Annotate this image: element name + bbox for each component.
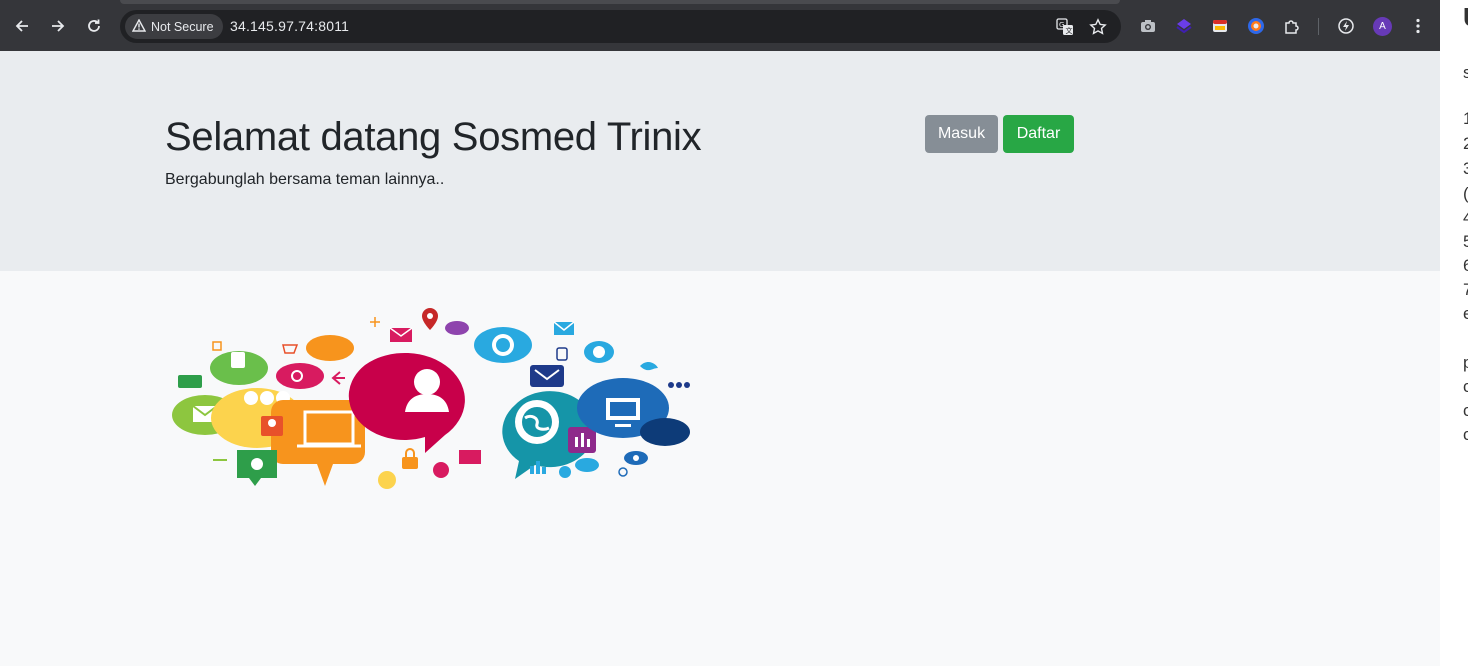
side-fragment: 2: [1463, 134, 1468, 153]
side-fragment: c: [1463, 401, 1468, 420]
register-button[interactable]: Daftar: [1003, 115, 1074, 153]
menu-kebab-icon[interactable]: [1407, 15, 1429, 37]
side-fragment: 1: [1463, 109, 1468, 128]
side-fragment: s: [1463, 63, 1468, 82]
side-fragment: 5: [1463, 232, 1468, 251]
firefox-relay-extension-icon[interactable]: [1245, 15, 1267, 37]
side-fragment: e: [1463, 304, 1468, 323]
side-fragment: 6: [1463, 256, 1468, 275]
reload-icon[interactable]: [81, 13, 107, 39]
window-extension-icon[interactable]: [1209, 15, 1231, 37]
side-fragment: 4: [1463, 208, 1468, 227]
side-fragment: U: [1463, 2, 1468, 33]
profile-avatar[interactable]: A: [1373, 17, 1392, 36]
browser-window: Not Secure 34.145.97.74:8011 G文 A Selama…: [0, 0, 1440, 666]
layers-extension-icon[interactable]: [1173, 15, 1195, 37]
bookmark-star-icon[interactable]: [1087, 16, 1109, 38]
login-button[interactable]: Masuk: [925, 115, 998, 153]
performance-icon[interactable]: [1335, 15, 1357, 37]
side-fragment: c: [1463, 377, 1468, 396]
browser-toolbar: Not Secure 34.145.97.74:8011 G文 A: [0, 0, 1440, 51]
warning-icon: [131, 18, 147, 35]
extensions-puzzle-icon[interactable]: [1281, 15, 1303, 37]
active-tab-edge: [120, 0, 1120, 4]
svg-text:文: 文: [1066, 26, 1073, 35]
url-text[interactable]: 34.145.97.74:8011: [230, 18, 349, 34]
jumbotron: Selamat datang Sosmed Trinix Bergabungla…: [0, 51, 1440, 271]
side-fragment: (: [1463, 184, 1468, 204]
side-panel-text-fragments: U s 1 2 3 ( 4 5 6 7 e p c c c: [1440, 0, 1468, 666]
address-bar[interactable]: Not Secure 34.145.97.74:8011 G文: [120, 10, 1121, 43]
side-fragment: p: [1463, 353, 1468, 372]
camera-extension-icon[interactable]: [1137, 15, 1159, 37]
side-fragment: 7: [1463, 280, 1468, 299]
social-media-illustration: [172, 308, 690, 489]
page-subtitle: Bergabunglah bersama teman lainnya..: [165, 171, 445, 188]
side-fragment: c: [1463, 425, 1468, 444]
security-indicator[interactable]: Not Secure: [125, 14, 223, 39]
security-label: Not Secure: [151, 19, 214, 34]
translate-icon[interactable]: G文: [1054, 16, 1076, 38]
page-title: Selamat datang Sosmed Trinix: [165, 115, 702, 159]
forward-icon[interactable]: [45, 13, 71, 39]
toolbar-divider: [1318, 18, 1319, 35]
back-icon[interactable]: [9, 13, 35, 39]
svg-text:G: G: [1059, 21, 1064, 29]
side-fragment: 3: [1463, 159, 1468, 178]
